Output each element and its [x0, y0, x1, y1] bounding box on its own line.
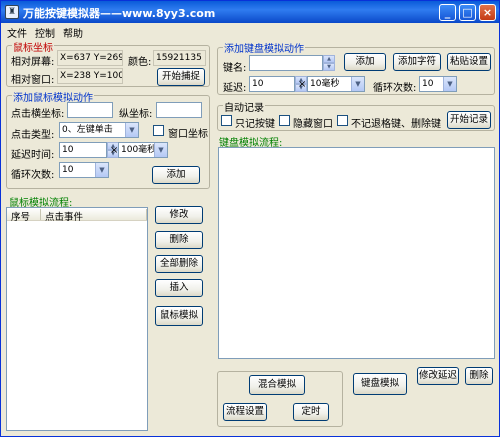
click-type-value: 0、左键单击	[62, 125, 113, 135]
column-divider	[146, 209, 147, 220]
window-coord-value: X=238 Y=100	[57, 68, 123, 84]
keyboard-flow-textarea[interactable]	[218, 147, 495, 359]
add-mouse-action-button[interactable]: 添加	[152, 166, 200, 184]
key-delay-input[interactable]: 10	[249, 76, 295, 92]
mouse-simulate-button[interactable]: 鼠标模拟	[155, 306, 203, 326]
window-coord-checkbox[interactable]	[153, 125, 164, 136]
title-bar[interactable]: ♜ 万能按键模拟器——www.8yy3.com _ □ ×	[1, 1, 499, 23]
close-icon[interactable]: ×	[479, 4, 496, 21]
keyboard-simulate-button[interactable]: 键盘模拟	[353, 373, 407, 395]
menu-bar: 文件 控制 帮助	[1, 23, 499, 40]
hide-window-checkbox[interactable]	[279, 115, 290, 126]
key-name-input[interactable]	[249, 55, 323, 71]
add-chars-button[interactable]: 添加字符	[393, 53, 441, 71]
mouse-flow-header: 序号 点击事件	[7, 208, 147, 223]
click-y-input[interactable]	[156, 102, 202, 118]
delay-unit-value: 100毫秒	[121, 145, 157, 155]
paste-settings-button[interactable]: 粘贴设置	[447, 53, 491, 71]
only-keys-label: 只记按键	[235, 119, 275, 130]
column-divider	[40, 209, 41, 220]
loop-label: 循环次数:	[11, 170, 55, 181]
key-delay-unit-select[interactable]: 10毫秒 ▼	[307, 76, 365, 92]
click-y-label: 纵坐标:	[119, 109, 153, 120]
hide-window-label: 隐藏窗口	[293, 119, 333, 130]
window-coord-checkbox-label: 窗口坐标	[168, 129, 208, 140]
key-loop-label: 循环次数:	[373, 83, 417, 94]
ignore-keys-checkbox[interactable]	[337, 115, 348, 126]
column-event[interactable]: 点击事件	[45, 209, 83, 223]
spin-up-icon[interactable]: ▲	[323, 55, 335, 63]
key-delay-label: 延迟:	[223, 83, 247, 94]
delay-label: 延迟时间:	[11, 150, 55, 161]
flow-settings-button[interactable]: 流程设置	[223, 403, 267, 421]
ignore-keys-label: 不记退格键、删除键	[351, 119, 441, 130]
app-icon: ♜	[5, 5, 19, 19]
add-key-button[interactable]: 添加	[344, 53, 386, 71]
key-name-label: 键名:	[223, 63, 247, 74]
loop-value: 10	[62, 165, 74, 175]
dropdown-arrow-icon[interactable]: ▼	[351, 77, 364, 91]
minimize-icon[interactable]: _	[439, 4, 456, 21]
start-record-button[interactable]: 开始记录	[447, 111, 491, 129]
dropdown-arrow-icon[interactable]: ▼	[154, 143, 167, 157]
delete-key-button[interactable]: 删除	[465, 367, 493, 385]
loop-select[interactable]: 10 ▼	[59, 162, 109, 178]
dropdown-arrow-icon[interactable]: ▼	[95, 163, 108, 177]
modify-button[interactable]: 修改	[155, 206, 203, 224]
only-keys-checkbox[interactable]	[221, 115, 232, 126]
delete-all-button[interactable]: 全部删除	[155, 255, 203, 273]
app-window: ♜ 万能按键模拟器——www.8yy3.com _ □ × 文件 控制 帮助 鼠…	[0, 0, 500, 437]
modify-delay-button[interactable]: 修改延迟	[417, 367, 459, 385]
timer-button[interactable]: 定时	[293, 403, 329, 421]
key-loop-select[interactable]: 10 ▼	[419, 76, 457, 92]
delete-button[interactable]: 删除	[155, 231, 203, 249]
screen-coord-value: X=637 Y=269	[57, 50, 123, 66]
insert-button[interactable]: 插入	[155, 279, 203, 297]
color-value: 15921135	[153, 50, 206, 66]
mouse-coords-legend: 鼠标坐标	[12, 39, 54, 54]
key-delay-unit-value: 10毫秒	[310, 79, 340, 89]
menu-control[interactable]: 控制	[35, 25, 55, 40]
spin-down-icon[interactable]: ▼	[323, 63, 335, 71]
mouse-flow-list[interactable]: 序号 点击事件	[6, 207, 148, 431]
key-loop-value: 10	[422, 79, 434, 89]
add-keyboard-legend: 添加键盘模拟动作	[223, 40, 305, 55]
screen-coord-label: 相对屏幕:	[11, 57, 55, 68]
auto-record-legend: 自动记录	[223, 99, 265, 114]
delay-input[interactable]: 10	[59, 142, 107, 158]
start-capture-button[interactable]: 开始捕捉	[157, 68, 205, 86]
window-title: 万能按键模拟器——www.8yy3.com	[23, 7, 216, 20]
click-type-select[interactable]: 0、左键单击 ▼	[59, 122, 139, 138]
click-x-label: 点击横坐标:	[11, 109, 65, 120]
menu-file[interactable]: 文件	[7, 25, 27, 40]
multiply-sign: ×	[298, 79, 307, 90]
window-coord-label: 相对窗口:	[11, 75, 55, 86]
maximize-icon[interactable]: □	[459, 4, 476, 21]
dropdown-arrow-icon[interactable]: ▼	[125, 123, 138, 137]
menu-help[interactable]: 帮助	[63, 25, 83, 40]
mixed-simulate-button[interactable]: 混合模拟	[249, 375, 305, 395]
click-x-input[interactable]	[67, 102, 113, 118]
click-type-label: 点击类型:	[11, 130, 55, 141]
column-index[interactable]: 序号	[11, 209, 30, 223]
dropdown-arrow-icon[interactable]: ▼	[443, 77, 456, 91]
delay-unit-select[interactable]: 100毫秒 ▼	[118, 142, 168, 158]
color-label: 颜色:	[128, 57, 152, 68]
key-name-spinner[interactable]: ▲ ▼	[323, 55, 335, 71]
